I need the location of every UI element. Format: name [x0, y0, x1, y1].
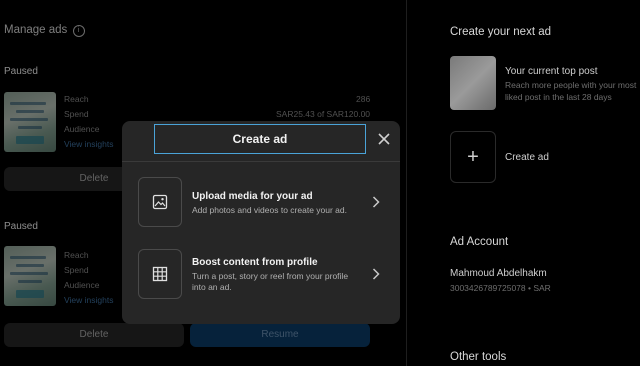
boost-content-desc-line1: Turn a post, story or reel from your pro…	[192, 271, 349, 281]
plus-icon: +	[467, 145, 479, 168]
chevron-right-icon	[372, 195, 380, 211]
close-icon[interactable]	[374, 129, 394, 149]
top-post-thumbnail[interactable]	[450, 56, 496, 110]
chevron-right-icon	[372, 267, 380, 283]
account-id: 3003426789725078 • SAR	[450, 283, 551, 293]
modal-title-text: Create ad	[232, 132, 288, 146]
top-post-title[interactable]: Your current top post	[505, 66, 597, 77]
boost-content-option[interactable]: Boost content from profile Turn a post, …	[122, 245, 400, 309]
upload-media-option[interactable]: Upload media for your ad Add photos and …	[122, 171, 400, 233]
upload-media-desc: Add photos and videos to create your ad.	[192, 205, 347, 215]
boost-content-desc-line2: into an ad.	[192, 282, 232, 292]
ad-account-title: Ad Account	[450, 236, 509, 248]
upload-media-title: Upload media for your ad	[192, 191, 313, 202]
top-post-desc-line1: Reach more people with your most	[505, 80, 637, 90]
account-name: Mahmoud Abdelhakm	[450, 268, 547, 279]
modal-title: Create ad	[154, 124, 366, 154]
grid-icon	[138, 249, 182, 299]
other-tools-title: Other tools	[450, 351, 507, 363]
create-next-ad-title: Create your next ad	[450, 26, 552, 38]
image-icon	[138, 177, 182, 227]
create-ad-plus-button[interactable]: +	[450, 131, 496, 183]
modal-divider	[122, 161, 400, 162]
top-post-desc-line2: liked post in the last 28 days	[505, 92, 612, 102]
create-ad-modal: Create ad Upload media for your ad Add p…	[122, 121, 400, 324]
boost-content-title: Boost content from profile	[192, 257, 318, 268]
right-panel	[406, 0, 640, 366]
create-ad-link[interactable]: Create ad	[505, 152, 549, 163]
